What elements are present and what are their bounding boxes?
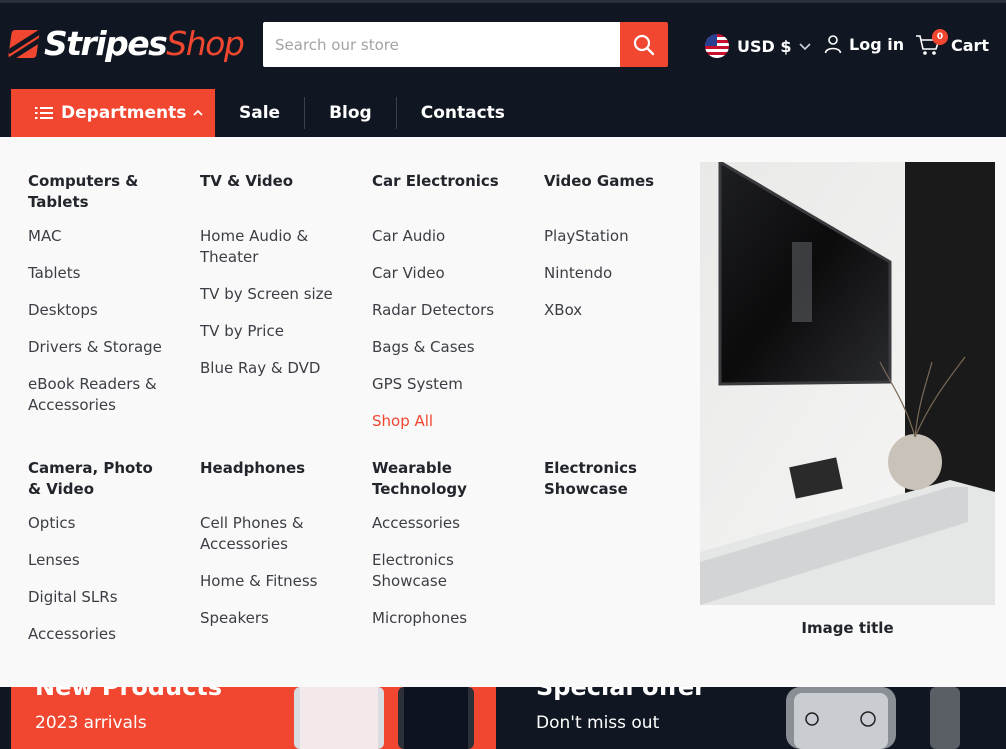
menu-link[interactable]: PlayStation (544, 226, 709, 247)
list-icon (35, 107, 53, 119)
menu-column-computers: Computers & Tablets MAC Tablets Desktops… (28, 171, 193, 432)
currency-selector[interactable]: USD $ (705, 34, 812, 58)
phone-image (294, 687, 474, 749)
search-input[interactable] (263, 22, 620, 67)
site-header: StripesShop USD $ Log in 0 Cart Departme… (0, 3, 1006, 137)
tv-room-illustration (700, 162, 995, 605)
menu-link[interactable]: Accessories (28, 624, 193, 645)
menu-link[interactable]: XBox (544, 300, 709, 321)
menu-link[interactable]: Cell Phones & Accessories (200, 513, 320, 555)
departments-mega-menu: Computers & Tablets MAC Tablets Desktops… (0, 137, 1006, 687)
menu-link[interactable]: eBook Readers & Accessories (28, 374, 168, 416)
menu-link[interactable]: Blue Ray & DVD (200, 358, 365, 379)
search-bar (263, 22, 668, 67)
menu-heading[interactable]: Wearable Technology (372, 458, 482, 500)
menu-heading[interactable]: TV & Video (200, 171, 365, 192)
menu-heading[interactable]: Computers & Tablets (28, 171, 193, 213)
menu-link[interactable]: MAC (28, 226, 193, 247)
logo-text-part2: Shop (166, 24, 245, 63)
search-icon (633, 34, 655, 55)
menu-link[interactable]: GPS System (372, 374, 537, 395)
menu-column-wearable: Wearable Technology Accessories Electron… (372, 458, 537, 645)
menu-link[interactable]: Lenses (28, 550, 193, 571)
promo-image[interactable] (700, 162, 995, 605)
logo-mark-icon (8, 30, 40, 58)
menu-link[interactable]: Drivers & Storage (28, 337, 193, 358)
login-link[interactable]: Log in (823, 34, 904, 54)
promo-image-title: Image title (801, 619, 894, 637)
chevron-down-icon (798, 43, 811, 51)
new-products-banner[interactable]: New Products 2023 arrivals (11, 673, 496, 749)
banner-subtitle: 2023 arrivals (35, 713, 147, 733)
search-button[interactable] (620, 22, 668, 67)
menu-link[interactable]: Nintendo (544, 263, 709, 284)
shop-all-link[interactable]: Shop All (372, 411, 537, 432)
menu-column-showcase: Electronics Showcase (544, 458, 709, 500)
smartwatch-image (786, 687, 960, 749)
currency-label: USD $ (737, 36, 792, 56)
menu-heading[interactable]: Electronics Showcase (544, 458, 654, 500)
menu-heading[interactable]: Video Games (544, 171, 709, 192)
cart-label: Cart (951, 35, 990, 55)
menu-column-camera: Camera, Photo & Video Optics Lenses Digi… (28, 458, 193, 661)
menu-link[interactable]: Desktops (28, 300, 193, 321)
menu-link[interactable]: TV by Screen size (200, 284, 365, 305)
user-icon (824, 35, 842, 54)
menu-column-games: Video Games PlayStation Nintendo XBox (544, 171, 709, 337)
menu-link[interactable]: Radar Detectors (372, 300, 537, 321)
logo-text-part1: Stripes (44, 24, 168, 63)
main-nav: Departments Sale Blog Contacts (11, 89, 529, 137)
menu-column-tv: TV & Video Home Audio & Theater TV by Sc… (200, 171, 365, 395)
special-offer-banner[interactable]: Special offer Don't miss out (512, 673, 1006, 749)
menu-link[interactable]: TV by Price (200, 321, 365, 342)
banner-subtitle: Don't miss out (536, 713, 660, 733)
menu-link[interactable]: Digital SLRs (28, 587, 193, 608)
chevron-up-icon (193, 109, 204, 116)
menu-link[interactable]: Car Video (372, 263, 537, 284)
cart-icon-wrap: 0 (915, 29, 948, 56)
nav-sale[interactable]: Sale (215, 97, 304, 129)
menu-column-headphones: Headphones Cell Phones & Accessories Hom… (200, 458, 365, 645)
menu-column-car: Car Electronics Car Audio Car Video Rada… (372, 171, 537, 448)
nav-blog[interactable]: Blog (305, 97, 396, 129)
menu-link[interactable]: Bags & Cases (372, 337, 537, 358)
cart-link[interactable]: 0 Cart (915, 29, 990, 56)
menu-link[interactable]: Speakers (200, 608, 365, 629)
logo[interactable]: StripesShop (8, 24, 245, 63)
us-flag-icon (705, 34, 729, 58)
menu-link[interactable]: Car Audio (372, 226, 537, 247)
cart-count-badge: 0 (932, 29, 948, 45)
menu-link[interactable]: Tablets (28, 263, 193, 284)
menu-heading[interactable]: Car Electronics (372, 171, 537, 192)
menu-link[interactable]: Accessories (372, 513, 537, 534)
departments-label: Departments (61, 103, 187, 123)
menu-link[interactable]: Home & Fitness (200, 571, 365, 592)
menu-link[interactable]: Microphones (372, 608, 537, 629)
departments-button[interactable]: Departments (11, 89, 215, 137)
menu-link[interactable]: Electronics Showcase (372, 550, 472, 592)
menu-heading[interactable]: Camera, Photo & Video (28, 458, 168, 500)
menu-link[interactable]: Home Audio & Theater (200, 226, 320, 268)
logo-text: StripesShop (44, 24, 245, 63)
menu-link[interactable]: Optics (28, 513, 193, 534)
menu-heading[interactable]: Headphones (200, 458, 365, 479)
login-label: Log in (849, 34, 905, 54)
nav-contacts[interactable]: Contacts (397, 97, 529, 129)
